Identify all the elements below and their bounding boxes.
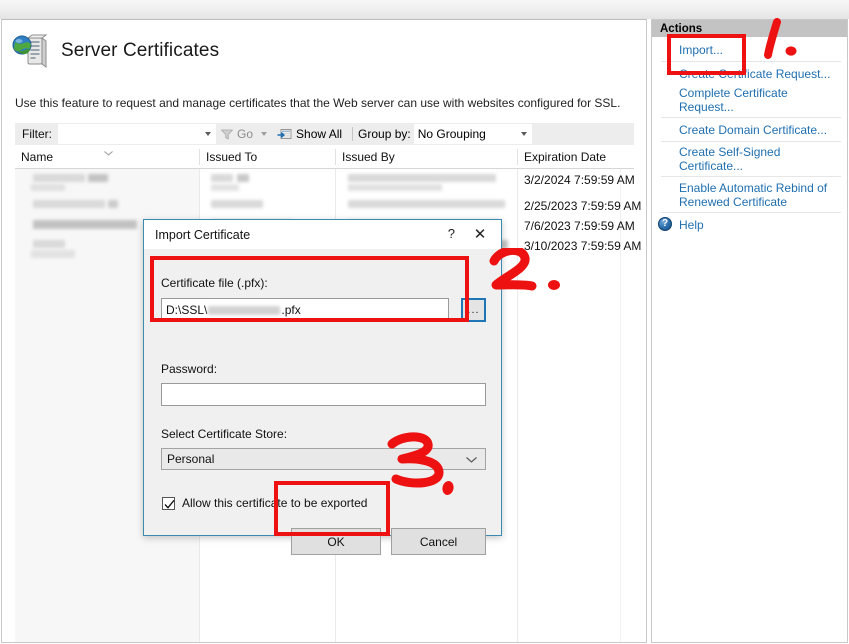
dialog-body: Certificate file (.pfx): D:\SSL\ .pfx ...… xyxy=(144,250,501,555)
column-header-name[interactable]: Name xyxy=(15,146,199,168)
filter-label: Filter: xyxy=(22,127,52,141)
action-help[interactable]: ? Help xyxy=(652,214,847,235)
grid-line-3 xyxy=(517,169,518,642)
window-chrome-strip xyxy=(0,0,849,19)
certificate-file-input[interactable]: D:\SSL\ .pfx xyxy=(161,298,449,322)
action-enable-automatic-rebind[interactable]: Enable Automatic Rebind of Renewed Certi… xyxy=(652,178,847,211)
cell-expiration: 3/2/2024 7:59:59 AM xyxy=(524,173,635,187)
column-header-issued-by-label: Issued By xyxy=(342,150,395,164)
show-all-label: Show All xyxy=(296,127,343,141)
action-create-domain-certificate[interactable]: Create Domain Certificate... xyxy=(652,119,847,140)
certificate-store-label: Select Certificate Store: xyxy=(161,427,288,441)
action-create-certificate-request[interactable]: Create Certificate Request... xyxy=(652,63,847,84)
password-label: Password: xyxy=(161,362,218,376)
cell-expiration: 2/25/2023 7:59:59 AM xyxy=(524,199,642,213)
go-button[interactable]: Go xyxy=(216,124,272,144)
cell-expiration: 3/10/2023 7:59:59 AM xyxy=(524,239,642,253)
show-all-button[interactable]: Show All xyxy=(272,124,347,144)
action-complete-certificate-request[interactable]: Complete Certificate Request... xyxy=(652,84,847,116)
group-by-text: Group by: xyxy=(358,127,411,141)
actions-pane-title: Actions xyxy=(652,20,847,37)
server-certificate-icon xyxy=(12,34,48,68)
actions-pane: Actions Import... Create Certificate Req… xyxy=(651,19,848,643)
column-header-issued-by[interactable]: Issued By xyxy=(336,146,517,168)
column-header-expiration-date-label: Expiration Date xyxy=(524,150,607,164)
action-help-label: Help xyxy=(679,217,704,232)
allow-export-checkbox[interactable] xyxy=(162,496,175,510)
filter-input-wrap[interactable] xyxy=(58,124,216,144)
column-header-expiration-date[interactable]: Expiration Date xyxy=(518,146,634,168)
action-divider xyxy=(661,176,841,177)
action-divider xyxy=(661,212,841,213)
action-create-self-signed-certificate-label: Create Self-Signed Certificate... xyxy=(679,145,781,173)
screen-root: Server Certificates Use this feature to … xyxy=(0,0,849,644)
action-divider xyxy=(661,141,841,142)
certificate-file-label: Certificate file (.pfx): xyxy=(161,276,268,290)
group-by-select[interactable]: No Grouping xyxy=(413,124,532,144)
action-import-label: Import... xyxy=(679,42,724,57)
go-chevron-down-icon[interactable] xyxy=(261,132,268,136)
certificate-store-select[interactable]: Personal xyxy=(161,448,486,470)
filter-toolbar: Filter: Go Show All Group by: No Groupin… xyxy=(15,123,634,145)
action-divider xyxy=(661,61,841,62)
dialog-help-button[interactable]: ? xyxy=(448,226,455,241)
funnel-icon xyxy=(220,129,234,140)
column-header-issued-to-label: Issued To xyxy=(206,150,258,164)
action-divider xyxy=(661,117,841,118)
group-by-chevron-down-icon[interactable] xyxy=(520,132,527,136)
action-complete-certificate-request-label: Complete Certificate Request... xyxy=(679,86,788,114)
allow-export-label: Allow this certificate to be exported xyxy=(182,496,368,510)
filter-input[interactable] xyxy=(59,125,201,143)
page-header: Server Certificates xyxy=(12,34,219,68)
action-create-self-signed-certificate[interactable]: Create Self-Signed Certificate... xyxy=(652,143,847,175)
group-by-label: Group by: xyxy=(358,124,411,144)
action-enable-automatic-rebind-label: Enable Automatic Rebind of Renewed Certi… xyxy=(679,181,828,209)
chevron-down-icon[interactable] xyxy=(466,452,477,466)
ok-button[interactable]: OK xyxy=(291,528,381,555)
import-certificate-dialog: Import Certificate ? ✕ Certificate file … xyxy=(143,219,502,555)
actions-list: Import... Create Certificate Request... … xyxy=(652,37,847,235)
browse-button[interactable]: ... xyxy=(461,298,486,322)
dialog-titlebar[interactable]: Import Certificate ? ✕ xyxy=(144,220,501,250)
help-icon: ? xyxy=(658,217,672,231)
dialog-title: Import Certificate xyxy=(155,227,251,242)
listview-header: Name Issued To Issued By Expiration Date xyxy=(15,146,634,169)
certificate-file-value-suffix: .pfx xyxy=(281,303,301,317)
group-by-value: No Grouping xyxy=(417,127,486,141)
page-title: Server Certificates xyxy=(61,40,220,61)
action-create-domain-certificate-label: Create Domain Certificate... xyxy=(679,122,828,137)
action-create-certificate-request-label: Create Certificate Request... xyxy=(679,66,831,81)
column-header-name-label: Name xyxy=(21,150,54,164)
certificate-store-value: Personal xyxy=(167,452,215,466)
certificate-file-value-prefix: D:\SSL\ xyxy=(166,303,208,317)
password-input[interactable] xyxy=(161,383,486,406)
toolbar-divider xyxy=(352,127,354,141)
page-description: Use this feature to request and manage c… xyxy=(15,96,621,110)
show-all-icon xyxy=(277,128,292,141)
column-header-issued-to[interactable]: Issued To xyxy=(200,146,335,168)
redacted-filename xyxy=(208,305,281,315)
go-label: Go xyxy=(237,127,254,141)
chevron-down-icon[interactable] xyxy=(205,132,211,136)
cancel-button[interactable]: Cancel xyxy=(391,528,486,555)
action-import[interactable]: Import... xyxy=(652,39,847,60)
allow-export-checkbox-row[interactable]: Allow this certificate to be exported xyxy=(162,496,367,510)
close-icon[interactable]: ✕ xyxy=(459,220,501,248)
sort-ascending-icon xyxy=(104,145,113,156)
cell-expiration: 7/6/2023 7:59:59 AM xyxy=(524,219,635,233)
